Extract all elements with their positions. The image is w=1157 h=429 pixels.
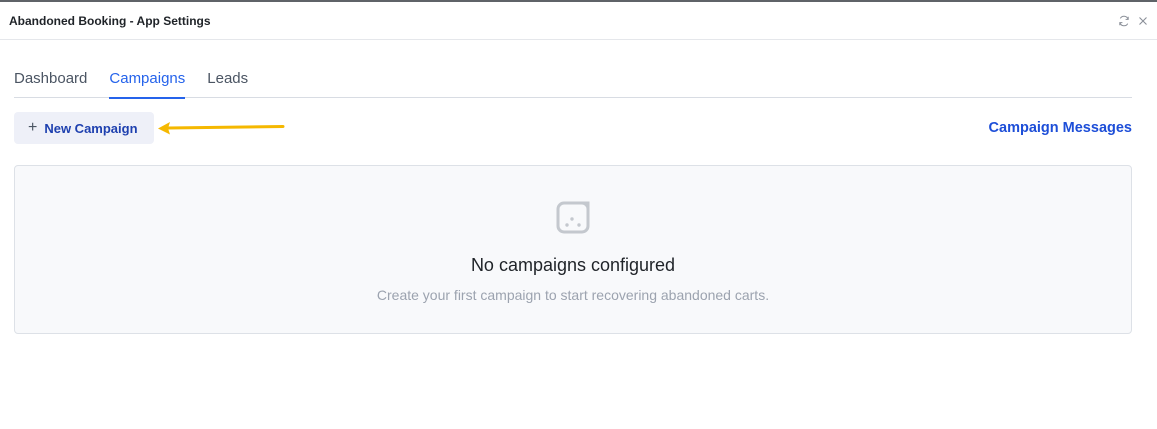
campaign-messages-link[interactable]: Campaign Messages [989, 120, 1132, 136]
new-campaign-button[interactable]: + New Campaign [14, 112, 154, 144]
main-content: Dashboard Campaigns Leads + New Campaign… [0, 58, 1157, 334]
empty-state-card: No campaigns configured Create your firs… [14, 165, 1132, 334]
close-icon[interactable] [1136, 14, 1149, 27]
tab-bar: Dashboard Campaigns Leads [14, 58, 1132, 99]
refresh-icon[interactable] [1117, 14, 1130, 27]
window-title: Abandoned Booking - App Settings [9, 13, 211, 28]
tab-leads[interactable]: Leads [207, 58, 248, 98]
new-campaign-label: New Campaign [44, 120, 138, 136]
tab-campaigns[interactable]: Campaigns [109, 58, 185, 99]
plus-icon: + [28, 119, 38, 136]
title-bar: Abandoned Booking - App Settings [0, 2, 1157, 40]
empty-box-icon [556, 201, 590, 234]
empty-state-subtitle: Create your first campaign to start reco… [376, 287, 770, 303]
app-settings-window: Abandoned Booking - App Settings Dashboa… [0, 0, 1157, 429]
title-actions [1117, 14, 1149, 27]
actions-row: + New Campaign Campaign Messages [14, 112, 1132, 144]
annotation-arrow-icon [158, 122, 285, 135]
empty-state-title: No campaigns configured [470, 255, 676, 275]
tab-dashboard[interactable]: Dashboard [14, 58, 87, 98]
